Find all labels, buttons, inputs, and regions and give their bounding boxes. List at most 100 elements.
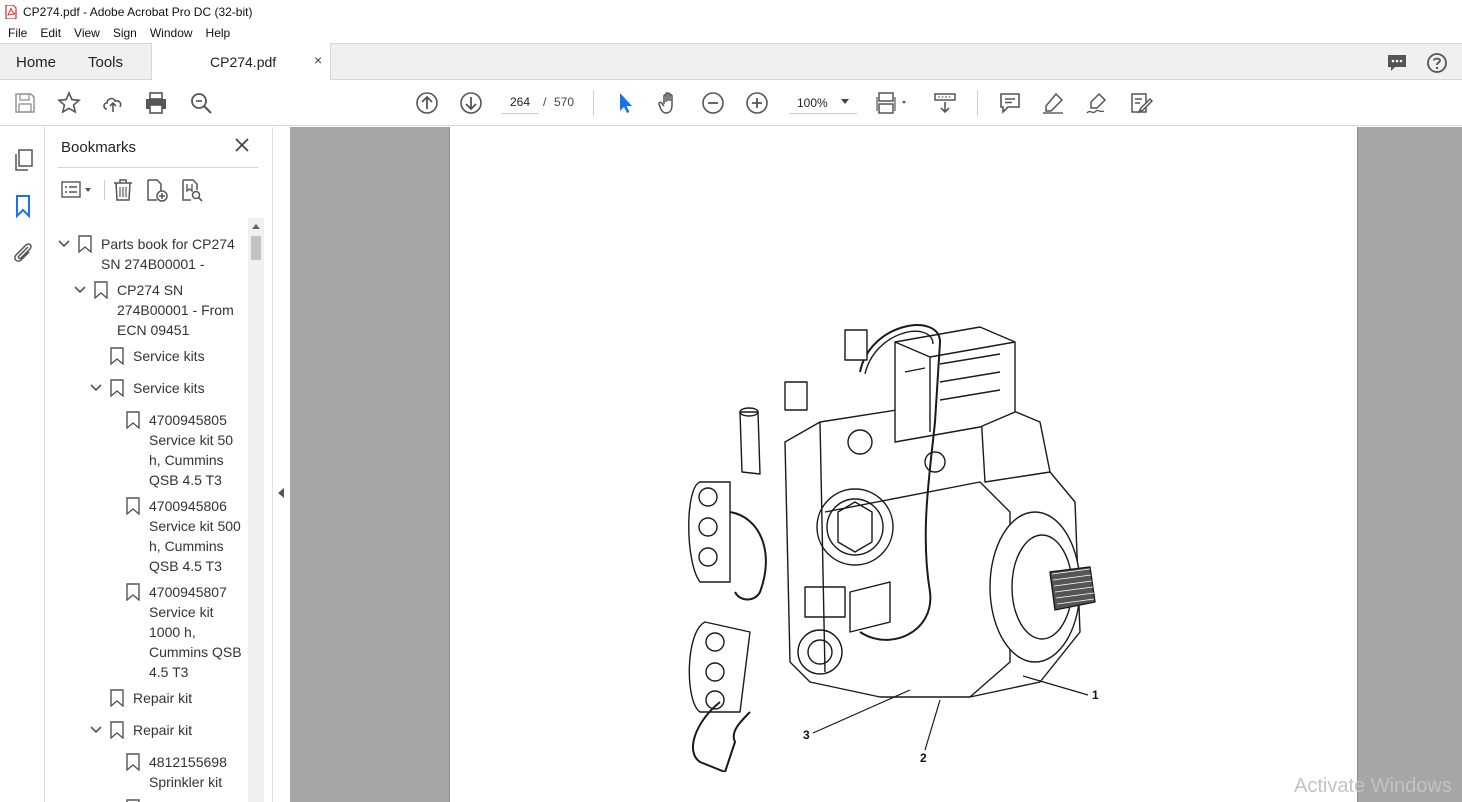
hydraulic-pump-drawing: 1 2 3 (688, 324, 1099, 772)
chevron-down-icon[interactable] (90, 382, 102, 394)
toolbar-divider (977, 90, 978, 116)
bookmark-item[interactable]: 4812155698 Sprinkler kit (106, 752, 254, 792)
callout-label: 3 (803, 728, 810, 742)
toolbar-divider (593, 90, 594, 116)
page-down-icon[interactable] (459, 91, 483, 115)
bookmark-label: CP274 SN 274B00001 - From ECN 09451 (117, 282, 234, 338)
page-fit-icon[interactable] (876, 91, 912, 115)
bookmark-flag-icon (126, 497, 140, 515)
left-rail (0, 127, 45, 802)
upload-icon[interactable] (101, 91, 125, 115)
chevron-left-icon[interactable] (278, 488, 284, 498)
window-title: CP274.pdf - Adobe Acrobat Pro DC (32-bit… (23, 4, 253, 19)
activate-windows-watermark: Activate Windows (1294, 775, 1452, 797)
bookmark-item[interactable]: Service kits (90, 378, 254, 398)
chevron-down-icon[interactable] (58, 238, 70, 250)
bookmark-icon[interactable] (11, 194, 35, 218)
chat-comment-icon[interactable] (1386, 52, 1408, 74)
bookmark-label: 4812155696 (149, 798, 253, 802)
tab-close-icon[interactable]: × (314, 52, 322, 68)
chevron-down-icon (841, 99, 849, 104)
menu-sign[interactable]: Sign (113, 26, 137, 40)
bookmark-item[interactable]: 4700945806 Service kit 500 h, Cummins QS… (106, 496, 254, 576)
attachment-icon[interactable] (11, 240, 35, 264)
comment-icon[interactable] (998, 91, 1022, 115)
zoom-in-icon[interactable] (745, 91, 769, 115)
bookmark-label: Repair kit (133, 722, 193, 738)
panel-collapse-handle[interactable] (272, 127, 290, 802)
bookmark-item[interactable]: Repair kit (90, 720, 254, 740)
scroll-up-icon[interactable] (252, 224, 260, 229)
bookmarks-tree: Parts book for CP274 SN 274B00001 - CP27… (46, 217, 254, 802)
highlight-icon[interactable] (1041, 91, 1065, 115)
bookmark-flag-icon (110, 689, 124, 707)
scroll-mode-icon[interactable] (933, 91, 957, 115)
chevron-down-icon[interactable] (90, 724, 102, 736)
bookmark-item[interactable]: Parts book for CP274 SN 274B00001 - (58, 234, 254, 274)
acrobat-pdf-icon (5, 4, 17, 19)
bookmark-label: 4700945807 Service kit 1000 h, Cummins Q… (149, 584, 242, 680)
star-icon[interactable] (57, 91, 81, 115)
menu-view[interactable]: View (74, 26, 100, 40)
bookmark-item[interactable]: Service kits (90, 346, 254, 366)
document-viewport[interactable]: 1 2 3 Activate Windows (290, 127, 1462, 802)
bookmarks-scrollbar[interactable] (248, 218, 264, 802)
panel-tool-divider (104, 180, 105, 200)
tab-document-label: CP274.pdf (210, 54, 277, 70)
zoom-select[interactable]: 100% (789, 90, 857, 114)
page-number-input[interactable]: 264 (501, 90, 539, 114)
bookmark-flag-icon (126, 411, 140, 429)
page-total: 570 (554, 95, 575, 109)
chevron-down-icon[interactable] (74, 284, 86, 296)
bookmark-flag-icon (94, 281, 108, 299)
menu-edit[interactable]: Edit (40, 26, 61, 40)
bookmark-label: Service kits (133, 380, 205, 396)
new-bookmark-icon[interactable] (145, 178, 169, 202)
sign-icon[interactable] (1085, 91, 1109, 115)
edit-icon[interactable] (1129, 91, 1153, 115)
bookmark-label: 4812155698 Sprinkler kit (149, 754, 227, 790)
bookmark-label: Service kits (133, 348, 205, 364)
select-arrow-icon[interactable] (613, 91, 637, 115)
pages-icon[interactable] (11, 148, 35, 172)
bookmarks-panel: Bookmarks Parts book for CP274 SN 274B00… (46, 127, 272, 802)
callout-label: 1 (1092, 688, 1099, 702)
bookmark-item[interactable]: 4700945807 Service kit 1000 h, Cummins Q… (106, 582, 254, 682)
save-icon[interactable] (13, 91, 37, 115)
menu-help[interactable]: Help (206, 26, 231, 40)
hand-icon[interactable] (657, 91, 681, 115)
tab-document[interactable]: CP274.pdf × (151, 43, 331, 80)
bookmarks-title: Bookmarks (61, 139, 137, 156)
bookmark-flag-icon (126, 753, 140, 771)
tab-home[interactable]: Home (16, 54, 56, 71)
page-separator: / (543, 95, 547, 109)
bookmark-options-icon[interactable] (60, 178, 96, 202)
title-bar: CP274.pdf - Adobe Acrobat Pro DC (32-bit… (0, 0, 1462, 23)
search-zoom-icon[interactable] (189, 91, 213, 115)
bookmark-search-icon[interactable] (180, 178, 204, 202)
bookmark-item[interactable]: CP274 SN 274B00001 - From ECN 09451 (74, 280, 254, 340)
help-icon[interactable] (1426, 52, 1448, 74)
bookmark-item[interactable]: 4812155696 (106, 798, 254, 802)
scrollbar-thumb[interactable] (251, 236, 261, 260)
menu-window[interactable]: Window (150, 26, 193, 40)
bookmark-label: 4700945806 Service kit 500 h, Cummins QS… (149, 498, 241, 574)
zoom-out-icon[interactable] (701, 91, 725, 115)
pdf-page: 1 2 3 (449, 127, 1358, 802)
bookmark-flag-icon (110, 721, 124, 739)
page-up-icon[interactable] (415, 91, 439, 115)
callout-label: 2 (920, 751, 927, 765)
menu-file[interactable]: File (8, 26, 27, 40)
bookmark-label: Repair kit (133, 690, 193, 706)
bookmark-flag-icon (78, 235, 92, 253)
tab-tools[interactable]: Tools (88, 54, 123, 71)
print-icon[interactable] (144, 91, 168, 115)
close-icon[interactable] (234, 137, 250, 153)
bookmark-item[interactable]: Repair kit (90, 688, 254, 708)
bookmark-item[interactable]: 4700945805 Service kit 50 h, Cummins QSB… (106, 410, 254, 490)
panel-divider (58, 167, 258, 168)
delete-icon[interactable] (111, 178, 135, 202)
bookmark-label: Parts book for CP274 SN 274B00001 - (101, 236, 235, 272)
zoom-value: 100% (797, 96, 828, 110)
bookmark-label: 4700945805 Service kit 50 h, Cummins QSB… (149, 412, 234, 488)
